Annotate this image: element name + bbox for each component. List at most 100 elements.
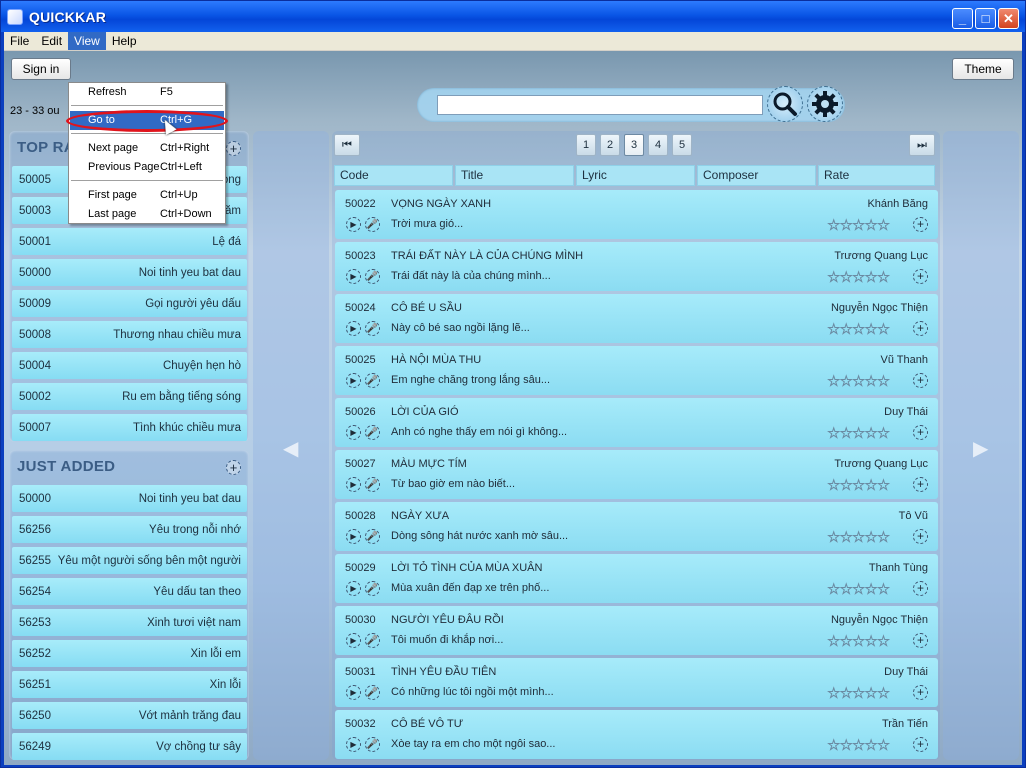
add-to-list-icon[interactable]: + <box>913 737 928 752</box>
next-arrow-icon[interactable]: ▶ <box>973 436 988 461</box>
search-input[interactable] <box>437 95 763 115</box>
add-to-list-icon[interactable]: + <box>913 477 928 492</box>
song-card[interactable]: 50026 LỜI CỦA GIÓ Duy Thái ▶ 🎤 Anh có ng… <box>335 398 938 447</box>
song-card[interactable]: 50024 CÔ BÉ U SẦU Nguyễn Ngọc Thiện ▶ 🎤 … <box>335 294 938 343</box>
song-card[interactable]: 50027 MÀU MỰC TÍM Trương Quang Lục ▶ 🎤 T… <box>335 450 938 499</box>
just-added-row[interactable]: 56253 Xinh tươi việt nam <box>12 609 247 636</box>
just-added-row[interactable]: 56252 Xin lỗi em <box>12 640 247 667</box>
song-card[interactable]: 50022 VỌNG NGÀY XANH Khánh Băng ▶ 🎤 Trời… <box>335 190 938 239</box>
song-card[interactable]: 50025 HÀ NỘI MÙA THU Vũ Thanh ▶ 🎤 Em ngh… <box>335 346 938 395</box>
rating-stars[interactable]: ☆☆☆☆☆ <box>827 320 891 339</box>
rating-stars[interactable]: ☆☆☆☆☆ <box>827 632 891 651</box>
add-to-list-icon[interactable]: + <box>913 217 928 232</box>
mic-icon[interactable]: 🎤 <box>365 685 380 700</box>
mic-icon[interactable]: 🎤 <box>365 581 380 596</box>
theme-button[interactable]: Theme <box>952 58 1014 80</box>
column-header-title[interactable]: Title <box>455 165 574 186</box>
mic-icon[interactable]: 🎤 <box>365 425 380 440</box>
song-card[interactable]: 50031 TÌNH YÊU ĐẦU TIÊN Duy Thái ▶ 🎤 Có … <box>335 658 938 707</box>
play-icon[interactable]: ▶ <box>346 737 361 752</box>
add-to-list-icon[interactable]: + <box>913 425 928 440</box>
menu-edit[interactable]: Edit <box>35 32 68 50</box>
song-card[interactable]: 50028 NGÀY XƯA Tô Vũ ▶ 🎤 Dòng sông hát n… <box>335 502 938 551</box>
just-added-add-icon[interactable]: + <box>226 460 241 475</box>
menu-help[interactable]: Help <box>106 32 143 50</box>
menu-item-last-page[interactable]: Last page Ctrl+Down <box>70 205 224 224</box>
add-to-list-icon[interactable]: + <box>913 529 928 544</box>
menu-item-first-page[interactable]: First page Ctrl+Up <box>70 186 224 205</box>
first-page-button[interactable]: ⏮ <box>334 134 360 156</box>
song-card[interactable]: 50030 NGƯỜI YÊU ĐÂU RỒI Nguyễn Ngọc Thiệ… <box>335 606 938 655</box>
add-to-list-icon[interactable]: + <box>913 373 928 388</box>
rating-stars[interactable]: ☆☆☆☆☆ <box>827 216 891 235</box>
add-to-list-icon[interactable]: + <box>913 685 928 700</box>
play-icon[interactable]: ▶ <box>346 581 361 596</box>
add-to-list-icon[interactable]: + <box>913 581 928 596</box>
maximize-button[interactable]: □ <box>975 8 996 29</box>
column-header-lyric[interactable]: Lyric <box>576 165 695 186</box>
mic-icon[interactable]: 🎤 <box>365 737 380 752</box>
just-added-row[interactable]: 50000 Noi tinh yeu bat dau <box>12 485 247 512</box>
just-added-row[interactable]: 56255 Yêu một người sống bên một người <box>12 547 247 574</box>
mic-icon[interactable]: 🎤 <box>365 633 380 648</box>
prev-page-column[interactable]: ◀ <box>253 131 329 760</box>
gear-icon[interactable] <box>807 86 843 122</box>
column-header-code[interactable]: Code <box>334 165 453 186</box>
mic-icon[interactable]: 🎤 <box>365 477 380 492</box>
mic-icon[interactable]: 🎤 <box>365 269 380 284</box>
rating-stars[interactable]: ☆☆☆☆☆ <box>827 580 891 599</box>
top-rated-row[interactable]: 50009 Gọi người yêu dấu <box>12 290 247 317</box>
search-icon[interactable] <box>767 86 803 122</box>
just-added-row[interactable]: 56250 Vớt mảnh trăng đau <box>12 702 247 729</box>
page-button-2[interactable]: 2 <box>600 134 620 156</box>
title-bar[interactable]: QUICKKAR _ □ ✕ <box>1 1 1025 32</box>
top-rated-row[interactable]: 50001 Lệ đá <box>12 228 247 255</box>
mic-icon[interactable]: 🎤 <box>365 373 380 388</box>
top-rated-row[interactable]: 50000 Noi tinh yeu bat dau <box>12 259 247 286</box>
mic-icon[interactable]: 🎤 <box>365 529 380 544</box>
page-button-1[interactable]: 1 <box>576 134 596 156</box>
sign-in-button[interactable]: Sign in <box>11 58 71 80</box>
play-icon[interactable]: ▶ <box>346 217 361 232</box>
song-card[interactable]: 50029 LỜI TỎ TÌNH CỦA MÙA XUÂN Thanh Tùn… <box>335 554 938 603</box>
play-icon[interactable]: ▶ <box>346 425 361 440</box>
rating-stars[interactable]: ☆☆☆☆☆ <box>827 476 891 495</box>
menu-item-previous-page[interactable]: Previous Page Ctrl+Left <box>70 158 224 177</box>
rating-stars[interactable]: ☆☆☆☆☆ <box>827 684 891 703</box>
menu-view[interactable]: View <box>68 32 106 50</box>
top-rated-add-icon[interactable]: + <box>226 141 241 156</box>
rating-stars[interactable]: ☆☆☆☆☆ <box>827 528 891 547</box>
close-button[interactable]: ✕ <box>998 8 1019 29</box>
add-to-list-icon[interactable]: + <box>913 321 928 336</box>
minimize-button[interactable]: _ <box>952 8 973 29</box>
page-button-4[interactable]: 4 <box>648 134 668 156</box>
just-added-row[interactable]: 56251 Xin lỗi <box>12 671 247 698</box>
just-added-row[interactable]: 56249 Vợ chồng tư sây <box>12 733 247 760</box>
play-icon[interactable]: ▶ <box>346 633 361 648</box>
add-to-list-icon[interactable]: + <box>913 269 928 284</box>
play-icon[interactable]: ▶ <box>346 685 361 700</box>
play-icon[interactable]: ▶ <box>346 529 361 544</box>
column-header-rate[interactable]: Rate <box>818 165 935 186</box>
rating-stars[interactable]: ☆☆☆☆☆ <box>827 372 891 391</box>
top-rated-row[interactable]: 50002 Ru em bằng tiếng sóng <box>12 383 247 410</box>
play-icon[interactable]: ▶ <box>346 373 361 388</box>
rating-stars[interactable]: ☆☆☆☆☆ <box>827 736 891 755</box>
rating-stars[interactable]: ☆☆☆☆☆ <box>827 268 891 287</box>
page-button-3[interactable]: 3 <box>624 134 644 156</box>
menu-item-next-page[interactable]: Next page Ctrl+Right <box>70 139 224 158</box>
play-icon[interactable]: ▶ <box>346 321 361 336</box>
top-rated-row[interactable]: 50008 Thương nhau chiều mưa <box>12 321 247 348</box>
column-header-composer[interactable]: Composer <box>697 165 816 186</box>
menu-item-refresh[interactable]: Refresh F5 <box>70 83 224 102</box>
just-added-row[interactable]: 56254 Yêu dấu tan theo <box>12 578 247 605</box>
last-page-button[interactable]: ⏭ <box>909 134 935 156</box>
mic-icon[interactable]: 🎤 <box>365 217 380 232</box>
prev-arrow-icon[interactable]: ◀ <box>283 436 298 461</box>
play-icon[interactable]: ▶ <box>346 269 361 284</box>
menu-file[interactable]: File <box>4 32 35 50</box>
just-added-row[interactable]: 56256 Yêu trong nỗi nhớ <box>12 516 247 543</box>
mic-icon[interactable]: 🎤 <box>365 321 380 336</box>
song-card[interactable]: 50032 CÔ BÉ VÔ TƯ Trần Tiến ▶ 🎤 Xòe tay … <box>335 710 938 759</box>
song-card[interactable]: 50023 TRÁI ĐẤT NÀY LÀ CỦA CHÚNG MÌNH Trư… <box>335 242 938 291</box>
